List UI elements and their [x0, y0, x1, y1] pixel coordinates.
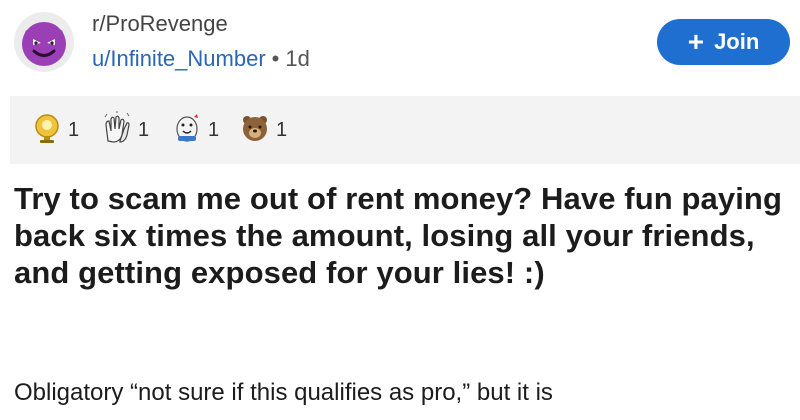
plus-icon: +: [687, 26, 705, 57]
award-item[interactable]: 1: [238, 110, 287, 150]
bear-award-icon: [238, 111, 272, 150]
join-label: Join: [714, 29, 760, 54]
award-count: 1: [276, 118, 288, 141]
award-item[interactable]: 1: [30, 110, 79, 150]
trophy-award-icon: [30, 111, 64, 150]
clapping-hands-award-icon: [100, 110, 134, 150]
award-item[interactable]: 1: [100, 110, 149, 150]
post-header: r/ProRevenge u/Infinite_Number • 1d + Join: [0, 0, 800, 88]
award-count: 1: [208, 118, 220, 141]
subreddit-name[interactable]: r/ProRevenge: [92, 11, 228, 37]
meta-separator: •: [271, 46, 280, 71]
award-count: 1: [68, 118, 80, 141]
post-title[interactable]: Try to scam me out of rent money? Have f…: [14, 180, 794, 291]
awards-bar[interactable]: 1 1 1 1: [10, 96, 800, 164]
post-age: 1d: [285, 46, 310, 71]
wholesome-seal-award-icon: [170, 111, 204, 150]
subreddit-avatar-icon[interactable]: [14, 12, 74, 72]
post-body-preview: Obligatory “not sure if this qualifies a…: [14, 379, 553, 406]
join-button[interactable]: + Join: [657, 19, 790, 65]
award-item[interactable]: 1: [170, 110, 219, 150]
award-count: 1: [138, 118, 150, 141]
author-link[interactable]: u/Infinite_Number: [92, 46, 266, 71]
post-meta: u/Infinite_Number • 1d: [92, 46, 310, 72]
